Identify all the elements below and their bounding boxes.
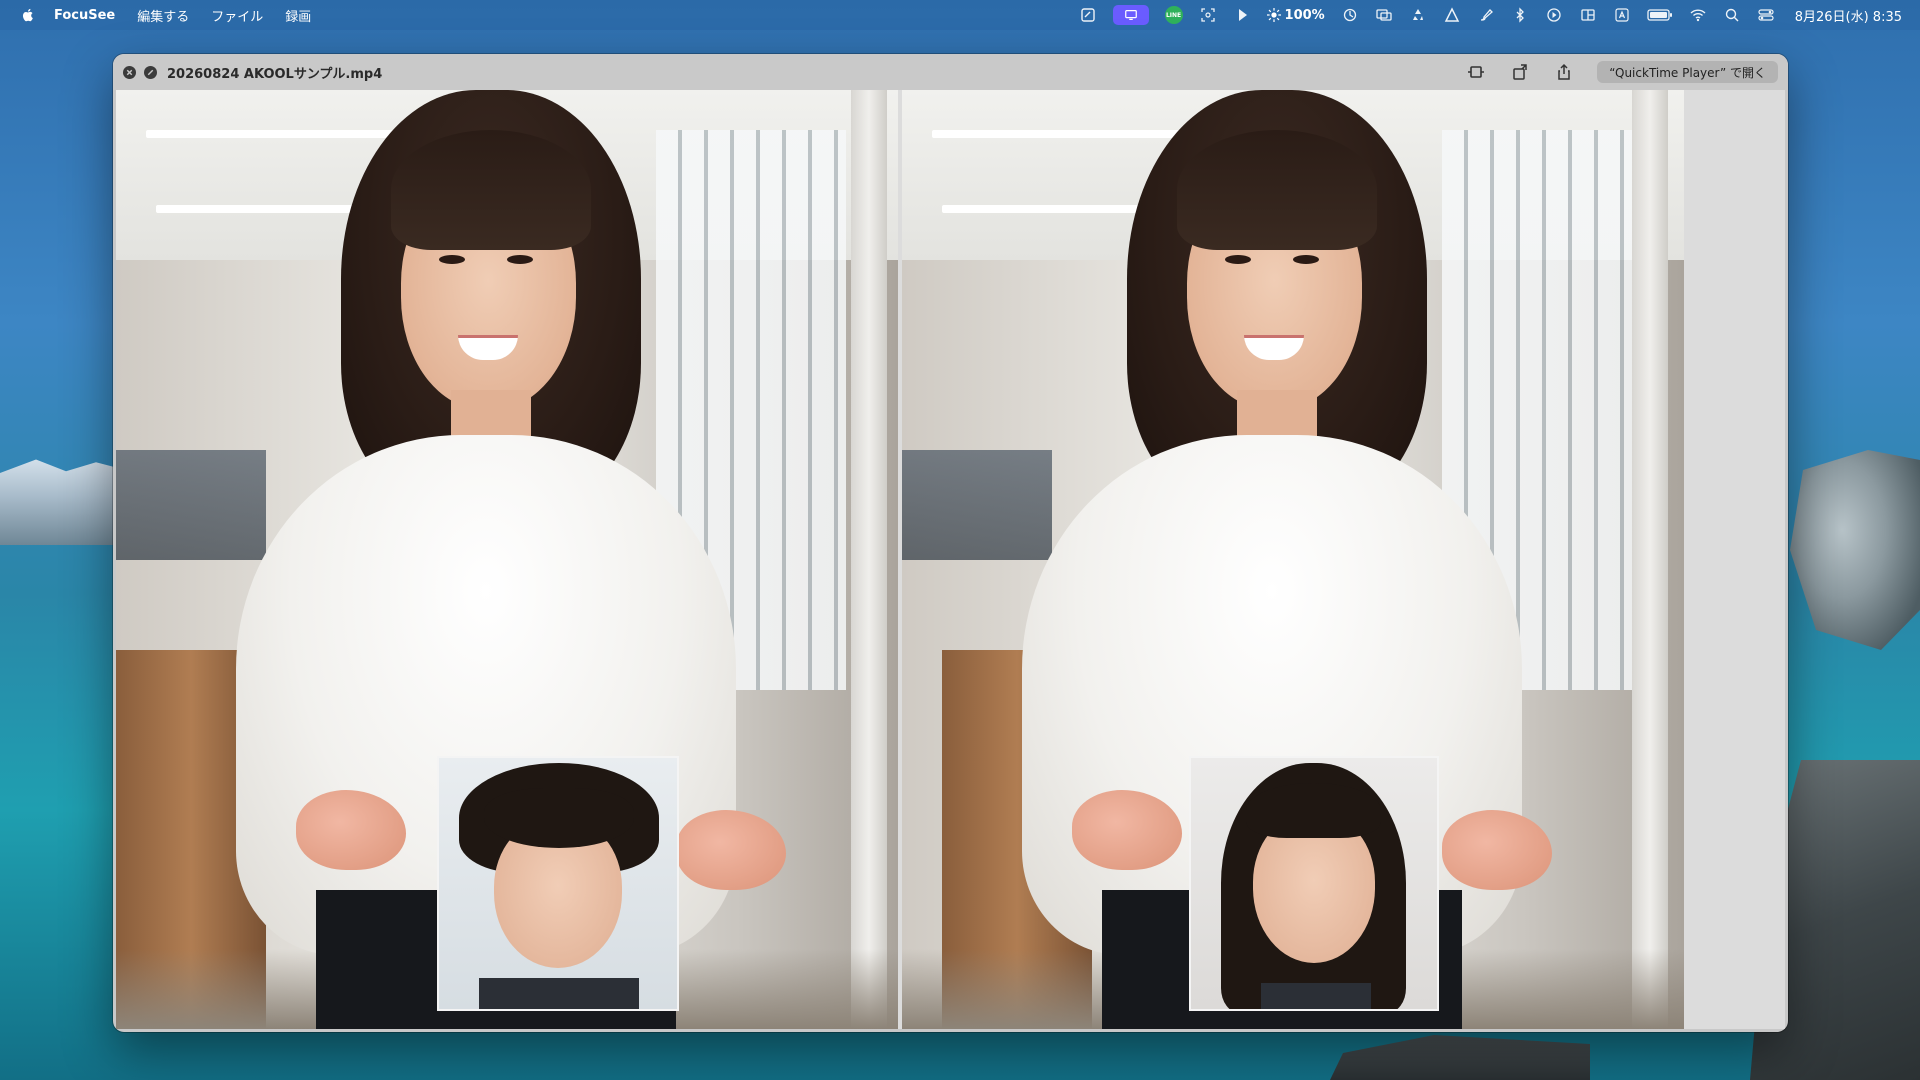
source-face-woman xyxy=(1189,756,1439,1011)
menu-record[interactable]: 録画 xyxy=(285,6,311,25)
screen-mirror-icon[interactable] xyxy=(1375,7,1393,23)
apple-icon[interactable] xyxy=(20,7,36,23)
bangs xyxy=(1177,130,1377,250)
portrait-bangs xyxy=(1246,783,1381,838)
eye xyxy=(1225,255,1251,264)
wallpaper-rocks xyxy=(1790,450,1920,650)
sync-icon[interactable] xyxy=(1341,7,1359,23)
menu-bar: FocuSee 編集する ファイル 録画 LINE 100% 8月26日(水) … xyxy=(0,0,1920,30)
portrait-shoulders xyxy=(479,978,639,1009)
brush-icon[interactable] xyxy=(1477,7,1495,23)
window-title: 20260824 AKOOLサンプル.mp4 xyxy=(167,66,383,82)
titlebar-actions: “QuickTime Player” で開く xyxy=(1465,61,1778,83)
search-icon[interactable] xyxy=(1723,7,1741,23)
screen-record-icon[interactable] xyxy=(1112,5,1149,25)
window-titlebar: 20260824 AKOOLサンプル.mp4 “QuickTime Player… xyxy=(113,54,1788,90)
play-arrow-icon[interactable] xyxy=(1233,7,1251,23)
app-menu-focusee[interactable]: FocuSee xyxy=(54,8,115,23)
line-app-icon[interactable]: LINE xyxy=(1164,6,1183,24)
portrait-shoulders xyxy=(1261,983,1371,1009)
wallpaper-rock-shore xyxy=(1330,1035,1590,1080)
share-icon[interactable] xyxy=(1553,62,1575,82)
wallpaper-mountain xyxy=(0,459,120,545)
delta-icon[interactable] xyxy=(1443,7,1461,23)
hand xyxy=(1442,810,1552,890)
note-icon[interactable] xyxy=(1079,7,1097,23)
bluetooth-icon[interactable] xyxy=(1511,7,1529,23)
video-frame[interactable] xyxy=(116,90,1785,1029)
open-in-quicktime-button[interactable]: “QuickTime Player” で開く xyxy=(1597,61,1778,83)
hand xyxy=(676,810,786,890)
clock[interactable]: 8月26日(水) 8:35 xyxy=(1795,6,1902,25)
scan-icon[interactable] xyxy=(1199,7,1217,23)
close-icon[interactable] xyxy=(123,65,136,79)
eye xyxy=(1293,255,1319,264)
recycle-icon[interactable] xyxy=(1409,7,1427,23)
brightness-value: 100% xyxy=(1284,7,1325,23)
brightness-icon xyxy=(1266,8,1281,22)
eye xyxy=(507,255,533,264)
stop-icon[interactable] xyxy=(144,65,157,79)
bangs xyxy=(391,130,591,250)
source-face-man xyxy=(437,756,679,1011)
quicklook-window: 20260824 AKOOLサンプル.mp4 “QuickTime Player… xyxy=(113,54,1788,1032)
rotate-icon[interactable] xyxy=(1509,62,1531,82)
portrait-bangs xyxy=(484,788,634,848)
trim-icon[interactable] xyxy=(1465,62,1487,82)
control-center-icon[interactable] xyxy=(1757,7,1775,23)
video-panel-original xyxy=(116,90,898,1029)
wifi-icon[interactable] xyxy=(1689,7,1707,23)
input-source-icon[interactable] xyxy=(1613,7,1631,23)
office-pillar xyxy=(851,90,887,1029)
menu-extras: LINE 100% 8月26日(水) 8:35 xyxy=(1079,5,1902,25)
menu-file[interactable]: ファイル xyxy=(211,6,263,25)
menu-edit[interactable]: 編集する xyxy=(137,6,189,25)
brightness-indicator[interactable]: 100% xyxy=(1266,7,1325,23)
eye xyxy=(439,255,465,264)
battery-icon[interactable] xyxy=(1647,7,1673,23)
office-pillar xyxy=(1632,90,1668,1029)
play-circle-icon[interactable] xyxy=(1545,7,1563,23)
split-view-icon[interactable] xyxy=(1579,7,1597,23)
